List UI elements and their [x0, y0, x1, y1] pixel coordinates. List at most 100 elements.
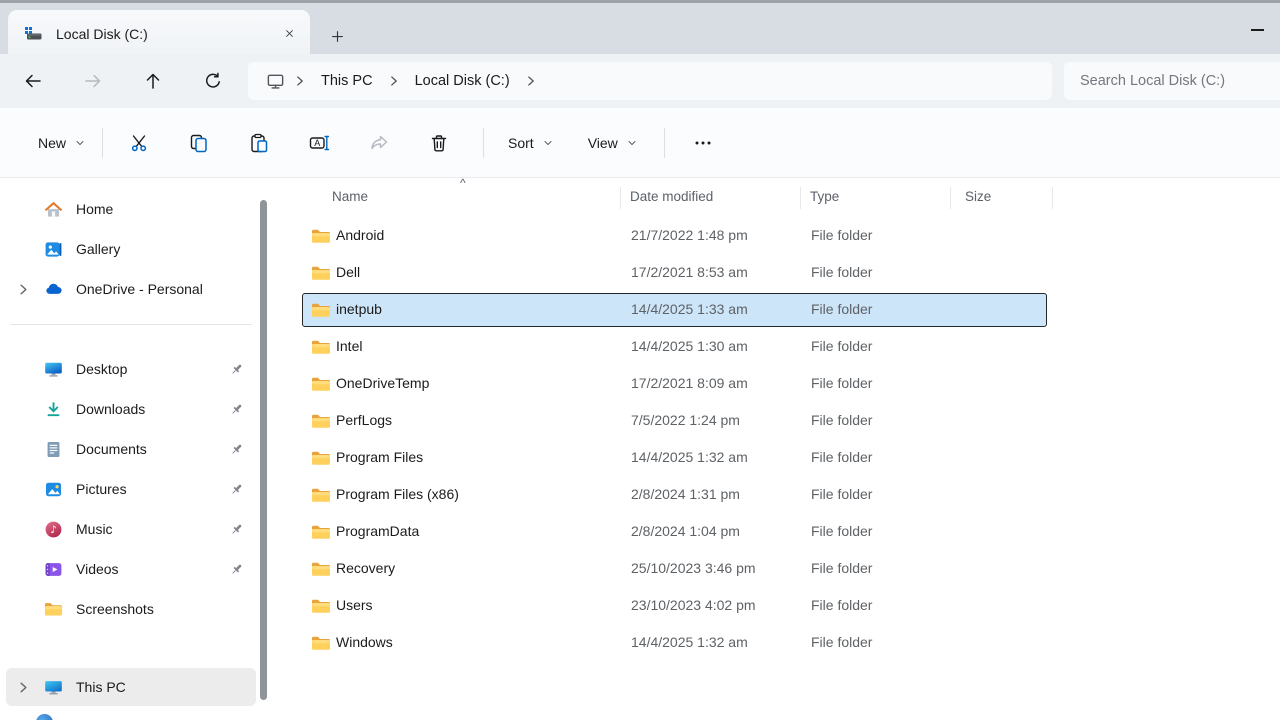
new-tab-button[interactable] — [323, 22, 351, 50]
file-row[interactable]: Program Files 14/4/2025 1:32 am File fol… — [302, 441, 1047, 475]
file-name: Program Files (x86) — [336, 486, 459, 502]
file-type: File folder — [811, 301, 872, 317]
file-type: File folder — [811, 375, 872, 391]
file-row[interactable]: Android 21/7/2022 1:48 pm File folder — [302, 219, 1047, 253]
search-box — [1064, 62, 1280, 100]
copy-icon — [189, 133, 209, 153]
network-icon[interactable] — [36, 714, 53, 720]
file-row[interactable]: ProgramData 2/8/2024 1:04 pm File folder — [302, 515, 1047, 549]
file-date-modified: 14/4/2025 1:32 am — [631, 634, 748, 650]
refresh-button[interactable] — [195, 63, 231, 99]
column-separator[interactable] — [1052, 187, 1053, 209]
file-row[interactable]: Intel 14/4/2025 1:30 am File folder — [302, 330, 1047, 364]
sidebar-item-downloads[interactable]: Downloads — [6, 390, 256, 428]
sort-button[interactable]: Sort — [498, 126, 564, 160]
file-row-selected[interactable]: inetpub 14/4/2025 1:33 am File folder — [302, 293, 1047, 327]
minimize-button[interactable] — [1240, 13, 1274, 47]
folder-icon — [44, 601, 63, 617]
sidebar-item-label: Music — [76, 521, 113, 537]
breadcrumb-this-pc[interactable]: This PC — [311, 69, 383, 93]
sidebar-item-documents[interactable]: Documents — [6, 430, 256, 468]
sort-button-label: Sort — [508, 135, 534, 151]
refresh-icon — [203, 71, 223, 91]
back-button[interactable] — [15, 63, 51, 99]
file-type: File folder — [811, 486, 872, 502]
sidebar-item-home[interactable]: Home — [6, 190, 256, 228]
file-row[interactable]: Program Files (x86) 2/8/2024 1:31 pm Fil… — [302, 478, 1047, 512]
file-row[interactable]: Users 23/10/2023 4:02 pm File folder — [302, 589, 1047, 623]
close-tab-button[interactable] — [276, 21, 302, 47]
file-name: PerfLogs — [336, 412, 392, 428]
file-explorer-window: Local Disk (C:) This PC — [0, 0, 1280, 720]
sidebar-item-desktop[interactable]: Desktop — [6, 350, 256, 388]
sidebar-item-label: OneDrive - Personal — [76, 281, 203, 297]
sidebar-divider — [10, 324, 252, 325]
sidebar-item-label: Gallery — [76, 241, 120, 257]
file-type: File folder — [811, 560, 872, 576]
chevron-right-icon[interactable] — [387, 74, 401, 88]
folder-icon — [311, 524, 331, 540]
sidebar-item-onedrive[interactable]: OneDrive - Personal — [6, 270, 256, 308]
sidebar-item-screenshots[interactable]: Screenshots — [6, 590, 256, 628]
sidebar-item-label: Screenshots — [76, 601, 154, 617]
navigation-bar: This PC Local Disk (C:) — [0, 54, 1280, 108]
file-row[interactable]: Dell 17/2/2021 8:53 am File folder — [302, 256, 1047, 290]
folder-icon — [311, 487, 331, 503]
sidebar-item-gallery[interactable]: Gallery — [6, 230, 256, 268]
desktop-icon — [44, 360, 63, 379]
file-date-modified: 21/7/2022 1:48 pm — [631, 227, 748, 243]
file-name: ProgramData — [336, 523, 419, 539]
rename-button[interactable]: A — [297, 123, 341, 163]
sidebar-item-label: Videos — [76, 561, 119, 577]
file-date-modified: 14/4/2025 1:33 am — [631, 301, 748, 317]
file-row[interactable]: Windows 14/4/2025 1:32 am File folder — [302, 626, 1047, 660]
column-header-type[interactable]: Type — [810, 189, 839, 204]
chevron-right-icon[interactable] — [524, 74, 538, 88]
file-type: File folder — [811, 634, 872, 650]
delete-button[interactable] — [417, 123, 461, 163]
sidebar-item-pictures[interactable]: Pictures — [6, 470, 256, 508]
explorer-tab[interactable]: Local Disk (C:) — [8, 10, 310, 57]
address-bar[interactable]: This PC Local Disk (C:) — [248, 62, 1052, 100]
breadcrumb-local-disk[interactable]: Local Disk (C:) — [405, 69, 520, 93]
cut-icon — [129, 133, 149, 153]
file-name: OneDriveTemp — [336, 375, 429, 391]
sidebar-item-music[interactable]: Music — [6, 510, 256, 548]
chevron-right-icon[interactable] — [16, 680, 31, 695]
chevron-right-icon[interactable] — [293, 74, 307, 88]
share-button[interactable] — [357, 123, 401, 163]
this-pc-monitor-icon — [44, 678, 63, 697]
file-row[interactable]: PerfLogs 7/5/2022 1:24 pm File folder — [302, 404, 1047, 438]
search-input[interactable] — [1064, 62, 1280, 100]
forward-button[interactable] — [75, 63, 111, 99]
copy-button[interactable] — [177, 123, 221, 163]
more-options-button[interactable] — [681, 123, 725, 163]
new-button-label: New — [38, 135, 66, 151]
new-button[interactable]: New — [28, 126, 96, 160]
folder-icon — [311, 450, 331, 466]
column-separator[interactable] — [800, 187, 801, 209]
column-header-date-modified[interactable]: Date modified — [630, 189, 713, 204]
chevron-right-icon[interactable] — [16, 282, 31, 297]
file-list: Android 21/7/2022 1:48 pm File folder De… — [302, 219, 1047, 663]
sidebar-scrollbar[interactable] — [260, 200, 267, 700]
column-separator[interactable] — [620, 187, 621, 209]
file-row[interactable]: Recovery 25/10/2023 3:46 pm File folder — [302, 552, 1047, 586]
sidebar-item-this-pc[interactable]: This PC — [6, 668, 256, 706]
column-header-size[interactable]: Size — [965, 189, 991, 204]
sidebar-item-videos[interactable]: Videos — [6, 550, 256, 588]
up-button[interactable] — [135, 63, 171, 99]
file-row[interactable]: OneDriveTemp 17/2/2021 8:09 am File fold… — [302, 367, 1047, 401]
column-separator[interactable] — [950, 187, 951, 209]
column-header-row: ^ Name Date modified Type Size — [280, 182, 1280, 212]
file-type: File folder — [811, 449, 872, 465]
folder-icon — [311, 265, 331, 281]
pin-icon — [229, 522, 244, 537]
view-button[interactable]: View — [578, 126, 648, 160]
toolbar-divider — [664, 128, 665, 158]
paste-button[interactable] — [237, 123, 281, 163]
column-header-name[interactable]: Name — [332, 189, 368, 204]
rename-icon: A — [309, 133, 329, 153]
sort-ascending-icon: ^ — [460, 176, 466, 190]
cut-button[interactable] — [117, 123, 161, 163]
